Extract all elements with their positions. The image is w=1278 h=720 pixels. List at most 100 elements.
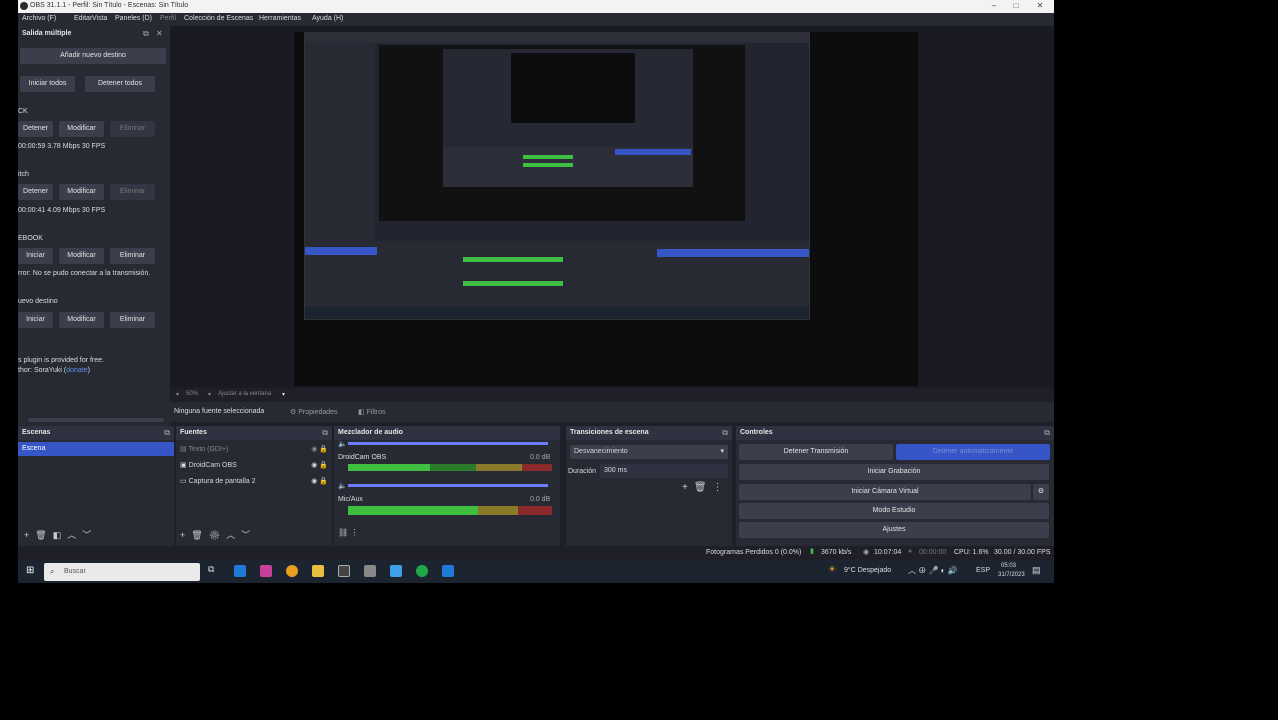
volume-slider[interactable]	[348, 484, 548, 487]
link-icon[interactable]: ⛓	[338, 528, 348, 537]
auto-stop-button[interactable]: Detener automáticamente	[896, 444, 1050, 460]
notification-icon[interactable]: ▤	[1032, 565, 1041, 576]
source-item[interactable]: ▣ DroidCam OBS ◉ 🔒	[176, 458, 332, 472]
settings-button[interactable]: Ajustes	[739, 522, 1049, 538]
tray-icons[interactable]: ︿ ⊕ 🎤 ◐ 🔊	[908, 565, 958, 576]
captured-meter	[463, 257, 563, 262]
chevron-down-icon[interactable]: ﹀	[241, 530, 256, 540]
add-icon[interactable]: +	[682, 482, 694, 493]
eye-lock-icon[interactable]: ◉ 🔒	[311, 477, 328, 485]
clock-time[interactable]: 05:03	[1001, 563, 1016, 569]
target-delete-button[interactable]: Eliminar	[110, 248, 155, 264]
target-stop-button[interactable]: Detener	[18, 121, 53, 137]
preview-canvas[interactable]	[294, 32, 918, 386]
add-target-button[interactable]: Añadir nuevo destino	[20, 48, 166, 64]
properties-button[interactable]: ⚙ Propiedades	[290, 408, 338, 416]
menu-vista[interactable]: Vista	[92, 15, 107, 22]
app-icon[interactable]	[260, 565, 272, 577]
menu-editar[interactable]: Editar	[74, 15, 92, 22]
obs-taskbar-icon[interactable]	[338, 565, 350, 577]
transition-select[interactable]: Desvanecimiento ▾	[570, 445, 728, 459]
target-delete-button[interactable]: Eliminar	[110, 312, 155, 328]
xbox-icon[interactable]	[416, 565, 428, 577]
store-icon[interactable]	[364, 565, 376, 577]
edge-icon[interactable]	[234, 565, 246, 577]
float-dock-icon[interactable]: ⧉	[143, 29, 149, 39]
more-icon[interactable]: ⋮	[713, 482, 729, 493]
add-icon[interactable]: +	[24, 530, 35, 540]
zoom-dropdown-icon[interactable]: ▾	[176, 391, 179, 398]
minimize-icon[interactable]: –	[984, 1, 1004, 12]
start-recording-button[interactable]: Iniciar Grabación	[739, 464, 1049, 480]
app-icon[interactable]	[442, 565, 454, 577]
chrome-icon[interactable]	[286, 565, 298, 577]
target-modify-button[interactable]: Modificar	[59, 184, 104, 200]
float-dock-icon[interactable]: ⧉	[164, 428, 170, 438]
target-start-button[interactable]: Iniciar	[18, 248, 53, 264]
duration-input[interactable]: 300 ms	[600, 464, 728, 478]
source-item[interactable]: ▤ Texto (GDI+) ◉ 🔒	[176, 442, 332, 456]
chevron-up-icon[interactable]: ︿	[226, 530, 241, 540]
start-all-button[interactable]: Iniciar todos	[20, 76, 75, 92]
menu-herramientas[interactable]: Herramientas	[259, 15, 301, 22]
filter-icon[interactable]: ◧	[53, 530, 68, 540]
fps: 30.00 / 30.00 FPS	[994, 549, 1051, 556]
speaker-icon[interactable]: 🔈	[338, 482, 347, 490]
filters-button[interactable]: ◧ Filtros	[358, 408, 386, 416]
windows-start-icon[interactable]: ⊞	[26, 565, 34, 576]
eye-lock-icon[interactable]: ◉ 🔒	[311, 461, 328, 469]
target-start-button[interactable]: Iniciar	[18, 312, 53, 328]
clock-date[interactable]: 31/7/2023	[998, 572, 1025, 578]
donate-link[interactable]: donate	[66, 367, 87, 374]
more-icon[interactable]: ⋮	[350, 528, 358, 537]
app-icon[interactable]	[390, 565, 402, 577]
target-stop-button[interactable]: Detener	[18, 184, 53, 200]
trash-icon[interactable]: 🗑	[694, 482, 713, 493]
weather-text[interactable]: 9°C Despejado	[844, 567, 891, 574]
speaker-icon[interactable]: 🔈	[338, 440, 347, 448]
menu-archivo[interactable]: Archivo (F)	[22, 15, 56, 22]
virtual-cam-settings-icon[interactable]: ⚙	[1033, 484, 1049, 500]
zoom-level[interactable]: 50%	[186, 391, 198, 397]
close-icon[interactable]: ✕	[1030, 1, 1050, 12]
target-modify-button[interactable]: Modificar	[59, 312, 104, 328]
float-dock-icon[interactable]: ⧉	[322, 428, 328, 438]
float-dock-icon[interactable]: ⧉	[1044, 428, 1050, 438]
trash-icon[interactable]: 🗑	[35, 530, 52, 540]
stop-stream-button[interactable]: Detener Transmisión	[739, 444, 893, 460]
volume-slider[interactable]	[348, 442, 548, 445]
eye-lock-icon[interactable]: ◉ 🔒	[311, 445, 328, 453]
chevron-down-icon[interactable]: ▾	[208, 391, 211, 398]
chevron-up-icon[interactable]: ︿	[67, 530, 82, 540]
chevron-down-icon[interactable]: ﹀	[82, 530, 97, 540]
obs-logo-icon	[20, 2, 28, 10]
file-explorer-icon[interactable]	[312, 565, 324, 577]
horizontal-scrollbar[interactable]	[28, 418, 164, 422]
trash-icon[interactable]: 🗑	[191, 530, 208, 540]
menu-coleccion[interactable]: Colección de Escenas	[184, 15, 253, 22]
menu-ayuda[interactable]: Ayuda (H)	[312, 15, 343, 22]
duration-label: Duración	[568, 468, 597, 475]
fit-to-window[interactable]: Ajustar a la ventana	[218, 391, 271, 397]
gear-icon[interactable]: ⚙	[209, 530, 226, 540]
add-icon[interactable]: +	[180, 530, 191, 540]
chevron-down-icon[interactable]: ▾	[282, 391, 285, 398]
source-item[interactable]: ▭ Captura de pantalla 2 ◉ 🔒	[176, 474, 332, 488]
maximize-icon[interactable]: □	[1006, 1, 1026, 12]
studio-mode-button[interactable]: Modo Estudio	[739, 503, 1049, 519]
scene-item[interactable]: Escena	[18, 442, 174, 456]
target-modify-button[interactable]: Modificar	[59, 248, 104, 264]
float-dock-icon[interactable]: ⧉	[722, 428, 728, 438]
language-indicator[interactable]: ESP	[976, 567, 990, 574]
controls-dock: Controles ⧉ Detener Transmisión Detener a…	[736, 426, 1054, 546]
target-delete-button[interactable]: Eliminar	[110, 121, 155, 137]
start-virtual-cam-button[interactable]: Iniciar Cámara Virtual	[739, 484, 1031, 500]
close-dock-icon[interactable]: ✕	[156, 29, 163, 38]
target-delete-button[interactable]: Eliminar	[110, 184, 155, 200]
menu-paneles[interactable]: Paneles (D)	[115, 15, 152, 22]
stop-all-button[interactable]: Detener todos	[85, 76, 155, 92]
menu-perfil[interactable]: Perfil	[160, 15, 176, 22]
task-view-icon[interactable]: ⧉	[208, 564, 214, 575]
search-box[interactable]: ⌕ Buscar	[44, 563, 200, 581]
target-modify-button[interactable]: Modificar	[59, 121, 104, 137]
